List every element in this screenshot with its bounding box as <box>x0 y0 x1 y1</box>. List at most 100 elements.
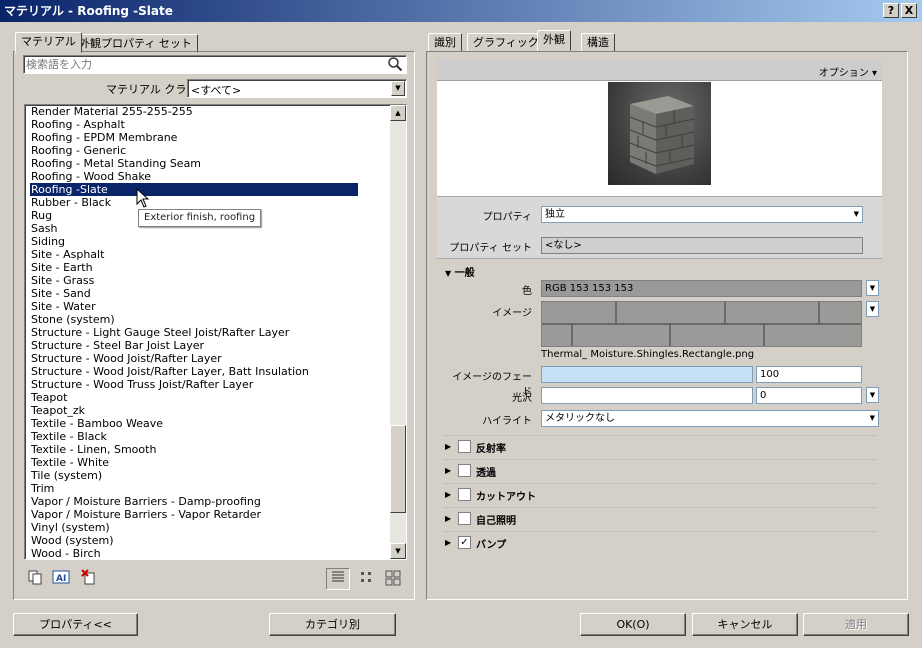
apply-button[interactable]: 適用 <box>803 613 909 636</box>
color-dropdown-icon[interactable]: ▼ <box>866 280 879 296</box>
material-list-item[interactable]: Render Material 255-255-255 <box>30 105 193 118</box>
material-list-item[interactable]: Site - Earth <box>30 261 93 274</box>
highlight-dropdown[interactable]: メタリックなし ▼ <box>541 410 879 427</box>
rename-material-icon[interactable]: AI <box>52 569 70 587</box>
expand-triangle-icon[interactable]: ▶ <box>445 490 451 499</box>
expand-triangle-icon[interactable]: ▶ <box>445 514 451 523</box>
material-list-item[interactable]: Wood (system) <box>30 534 114 547</box>
image-fade-input[interactable]: 100 <box>756 366 862 383</box>
material-list-item[interactable]: Roofing - EPDM Membrane <box>30 131 177 144</box>
expand-triangle-icon[interactable]: ▶ <box>445 442 451 451</box>
material-list-item[interactable]: Structure - Wood Truss Joist/Rafter Laye… <box>30 378 253 391</box>
material-list-item[interactable]: Site - Sand <box>30 287 91 300</box>
section-label: 反射率 <box>476 444 506 455</box>
material-list-item[interactable]: Tile (system) <box>30 469 102 482</box>
highlight-label: ハイライト <box>482 416 532 427</box>
small-icons-view-icon[interactable] <box>357 570 375 588</box>
property-set-field: <なし> <box>541 237 863 254</box>
image-fade-value: 100 <box>760 369 780 380</box>
material-list-item[interactable]: Sash <box>30 222 57 235</box>
section-checkbox[interactable] <box>458 440 471 453</box>
material-list-item[interactable]: Rug <box>30 209 52 222</box>
property-dropdown[interactable]: 独立 ▼ <box>541 206 863 223</box>
material-list-item[interactable]: Roofing - Metal Standing Seam <box>30 157 201 170</box>
close-button[interactable]: X <box>901 3 917 18</box>
chevron-down-icon[interactable]: ▼ <box>391 81 405 96</box>
material-list[interactable]: Render Material 255-255-255 Roofing - Asp… <box>24 104 407 560</box>
material-class-dropdown[interactable]: <すべて> ▼ <box>187 79 407 98</box>
material-list-item[interactable]: Vapor / Moisture Barriers - Vapor Retard… <box>30 508 261 521</box>
gloss-dropdown-icon[interactable]: ▼ <box>866 387 879 403</box>
material-list-item[interactable]: Teapot <box>30 391 67 404</box>
material-list-item[interactable]: Textile - White <box>30 456 109 469</box>
expand-triangle-icon[interactable]: ▶ <box>445 538 451 547</box>
tab-materials[interactable]: マテリアル <box>15 32 82 53</box>
material-list-item[interactable]: Roofing - Wood Shake <box>30 170 151 183</box>
properties-toggle-button[interactable]: プロパティ<< <box>13 613 138 636</box>
tab-structure[interactable]: 構造 <box>581 33 615 52</box>
section-row[interactable]: ▶ 透過 <box>443 459 877 481</box>
list-view-icon[interactable] <box>326 568 350 590</box>
large-icons-view-icon[interactable] <box>384 570 402 588</box>
material-list-item[interactable]: Wood - Birch <box>30 547 101 559</box>
color-field[interactable]: RGB 153 153 153 <box>541 280 862 297</box>
tab-identity[interactable]: 識別 <box>428 33 462 52</box>
appearance-content: オプション ▾ プロパティ 独立 ▼ プロパティ セット <なし> ▼ 一般 色… <box>437 59 882 589</box>
section-row[interactable]: ▶ 反射率 <box>443 435 877 457</box>
scroll-thumb[interactable] <box>390 425 406 513</box>
material-list-scrollbar[interactable]: ▲ ▼ <box>390 105 406 559</box>
search-input[interactable] <box>26 57 386 72</box>
material-list-item[interactable]: Textile - Bamboo Weave <box>30 417 163 430</box>
material-list-item[interactable]: Structure - Wood Joist/Rafter Layer, Bat… <box>30 365 309 378</box>
help-button[interactable]: ? <box>883 3 899 18</box>
gloss-value: 0 <box>760 390 767 401</box>
material-list-item[interactable]: Textile - Black <box>30 430 107 443</box>
material-list-item[interactable]: Vapor / Moisture Barriers - Damp-proofin… <box>30 495 261 508</box>
material-list-item[interactable]: Site - Grass <box>30 274 94 287</box>
material-list-item[interactable]: Site - Water <box>30 300 96 313</box>
duplicate-material-icon[interactable] <box>26 569 44 587</box>
material-list-item[interactable]: Rubber - Black <box>30 196 111 209</box>
section-checkbox[interactable] <box>458 512 471 525</box>
image-fade-slider[interactable] <box>541 366 753 383</box>
section-row[interactable]: ▶ 自己照明 <box>443 507 877 529</box>
material-list-item[interactable]: Textile - Linen, Smooth <box>30 443 156 456</box>
section-checkbox[interactable]: ✓ <box>458 536 471 549</box>
material-list-item[interactable]: Site - Asphalt <box>30 248 104 261</box>
image-dropdown-icon[interactable]: ▼ <box>866 301 879 317</box>
tab-appearance[interactable]: 外観 <box>537 30 571 51</box>
section-checkbox[interactable] <box>458 488 471 501</box>
scroll-down-icon[interactable]: ▼ <box>390 543 406 559</box>
ok-button[interactable]: OK(O) <box>580 613 686 636</box>
collapse-triangle-icon[interactable]: ▼ <box>445 269 451 278</box>
scroll-up-icon[interactable]: ▲ <box>390 105 406 121</box>
material-list-item[interactable]: Trim <box>30 482 54 495</box>
search-icon[interactable] <box>387 56 403 75</box>
gloss-label: 光沢 <box>512 393 532 404</box>
material-list-item[interactable]: Structure - Wood Joist/Rafter Layer <box>30 352 222 365</box>
general-section-header[interactable]: ▼ 一般 <box>445 264 475 279</box>
chevron-down-icon[interactable]: ▼ <box>854 207 859 222</box>
gloss-input[interactable]: 0 <box>756 387 862 404</box>
material-list-item[interactable]: Roofing - Asphalt <box>30 118 125 131</box>
expand-triangle-icon[interactable]: ▶ <box>445 466 451 475</box>
material-list-item[interactable]: Structure - Light Gauge Steel Joist/Raft… <box>30 326 289 339</box>
sort-by-category-button[interactable]: カテゴリ別 <box>269 613 396 636</box>
section-checkbox[interactable] <box>458 464 471 477</box>
material-list-item[interactable]: Siding <box>30 235 65 248</box>
image-thumbnail[interactable] <box>541 301 862 347</box>
material-list-item[interactable]: Vinyl (system) <box>30 521 110 534</box>
section-row[interactable]: ▶ ✓ バンプ <box>443 531 877 553</box>
section-row[interactable]: ▶ カットアウト <box>443 483 877 505</box>
material-list-item[interactable]: Roofing -Slate <box>30 183 358 196</box>
material-list-item[interactable]: Teapot_zk <box>30 404 85 417</box>
material-list-item[interactable]: Roofing - Generic <box>30 144 126 157</box>
material-list-item[interactable]: Structure - Steel Bar Joist Layer <box>30 339 204 352</box>
delete-material-icon[interactable] <box>80 569 98 587</box>
material-list-item[interactable]: Stone (system) <box>30 313 115 326</box>
cancel-button[interactable]: キャンセル <box>692 613 798 636</box>
options-menu[interactable]: オプション ▾ <box>819 64 877 79</box>
gloss-slider[interactable] <box>541 387 753 404</box>
search-box[interactable] <box>23 55 407 74</box>
chevron-down-icon[interactable]: ▼ <box>870 411 875 426</box>
